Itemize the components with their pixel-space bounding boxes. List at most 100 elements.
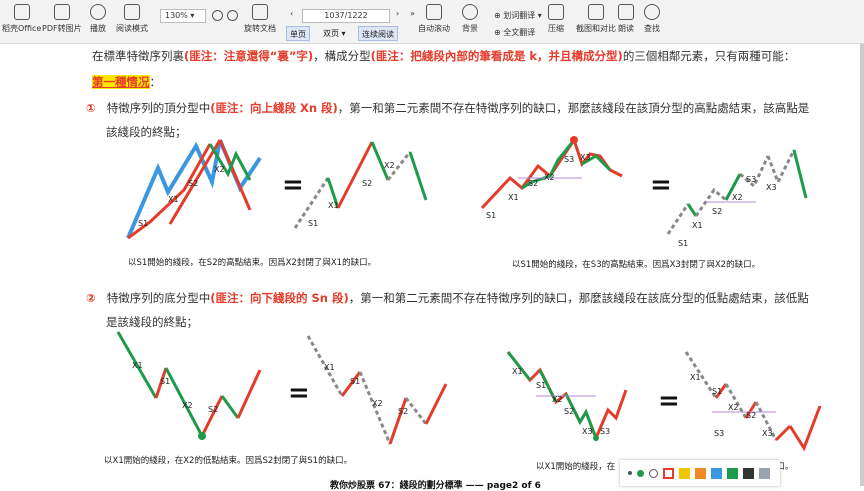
rotate-icon (252, 4, 268, 20)
label-s2: S2 (188, 179, 198, 188)
bottom-point-marker (198, 432, 206, 440)
office-button[interactable]: 稻壳Office (2, 4, 41, 34)
read-aloud-button[interactable]: 朗读 (618, 4, 634, 34)
label-x2-d: X2 (732, 193, 743, 202)
item1-line: ① 特徵序列的頂分型中(匪注：向上綫段 Xn 段)，第一和第二元素間不存在特徵序… (86, 101, 810, 115)
green-swatch[interactable] (727, 467, 738, 479)
diagram-top-left: S1 X1 S2 X2 S1 X1 S2 X2 (126, 139, 428, 240)
caption-4: 以X1開始的綫段，在 (536, 462, 616, 472)
label-s2-e: S2 (208, 405, 218, 414)
image-icon (53, 4, 70, 20)
red-seg-b9 (774, 424, 792, 442)
last-page-icon[interactable]: » (410, 9, 415, 18)
office-icon (13, 4, 30, 20)
red-seg-b5 (388, 397, 408, 445)
green-seg-6 (792, 149, 808, 199)
label-x1-c: X1 (508, 193, 519, 202)
label-x1-h: X1 (690, 373, 701, 382)
red-seg-1 (336, 141, 374, 209)
green-seg-4 (686, 203, 698, 217)
caption-2: 以S1開始的綫段，在S3的高點結束。因爲X3封閉了與X2的缺口。 (512, 260, 761, 270)
label-s1-h: S1 (712, 387, 722, 396)
next-page-icon[interactable]: › (396, 9, 399, 18)
page-number-input[interactable]: 1037/1222 (302, 9, 390, 23)
auto-scroll-icon (426, 4, 442, 20)
zoom-in-icon[interactable] (227, 10, 238, 21)
label-s1-c: S1 (486, 211, 496, 220)
label-x3-d: X3 (766, 183, 777, 192)
diagram-bottom-left: X1 S1 X2 S2 X1 S1 X2 S2 (116, 331, 448, 445)
annotation-color-picker (620, 460, 780, 486)
label-x3-c: X3 (580, 153, 591, 162)
orange-swatch[interactable] (695, 467, 706, 479)
page-footer: 教你炒股票 67：綫段的劃分標準 —— page2 of 6 (330, 481, 541, 491)
black-swatch[interactable] (743, 467, 754, 479)
small-dot-option[interactable] (628, 471, 632, 475)
label-s3-g: S3 (600, 427, 610, 436)
top-point-marker (570, 136, 578, 144)
label-s2-g: S2 (564, 407, 574, 416)
gray-dash-b3 (404, 397, 428, 425)
book-icon (124, 4, 140, 20)
compress-icon (548, 4, 564, 20)
gray-swatch[interactable] (759, 467, 770, 479)
compress-button[interactable]: 压缩 (548, 4, 564, 34)
full-translate-button[interactable]: ⊕ 全文翻译 (494, 27, 535, 38)
caption-1: 以S1開始的綫段，在S2的高點結束。因爲X2封閉了與X1的缺口。 (128, 258, 377, 268)
document-page: 在標準特徵序列裏(匪注：注意還得“裏”字)，構成分型(匪注：把綫段內部的筆看成是… (0, 44, 864, 486)
label-s3-d: S3 (746, 175, 756, 184)
label-x2-e: X2 (182, 401, 193, 410)
read-mode-button[interactable]: 阅读模式 (116, 4, 148, 34)
green-seg-3 (408, 151, 428, 201)
label-x2-g: X2 (552, 395, 563, 404)
label-x1-g: X1 (512, 367, 523, 376)
label-s1-f: S1 (350, 377, 360, 386)
gray-dash-b5 (724, 383, 748, 419)
zoom-select[interactable]: 130% ▾ (160, 9, 206, 23)
case1-heading: 第一種情况： (92, 75, 161, 89)
double-page-button[interactable]: 双页 ▾ (320, 26, 349, 41)
label-s1: S1 (138, 219, 148, 228)
equals-sign-4: = (658, 386, 680, 416)
auto-scroll-button[interactable]: 自动滚动 (418, 4, 450, 34)
red-swatch[interactable] (663, 467, 674, 479)
screenshot-compare-button[interactable]: 截图和对比 (576, 4, 616, 34)
blue-swatch[interactable] (711, 467, 722, 479)
label-s2-d: S2 (712, 207, 722, 216)
zoom-out-icon[interactable] (212, 10, 223, 21)
label-x2-h: X2 (728, 403, 739, 412)
rotate-button[interactable]: 旋转文档 (244, 4, 276, 34)
prev-page-icon[interactable]: ‹ (290, 9, 293, 18)
label-s2-h: S2 (746, 411, 756, 420)
eye-icon (462, 4, 478, 20)
label-s3-h: S3 (714, 429, 724, 438)
label-s2-f: S2 (398, 407, 408, 416)
equals-sign-2: = (650, 170, 672, 200)
label-x1: X1 (168, 195, 179, 204)
green-seg-b3 (220, 395, 240, 419)
screenshot-icon (588, 4, 604, 20)
read-aloud-icon (618, 4, 634, 20)
label-s3-c: S3 (564, 155, 574, 164)
background-button[interactable]: 背景 (462, 4, 478, 34)
red-seg-b6 (424, 383, 448, 425)
gray-dash-b2 (358, 371, 392, 445)
label-x2-b: X2 (384, 161, 395, 170)
continuous-read-button[interactable]: 连续阅读 (358, 26, 398, 41)
yellow-swatch[interactable] (679, 467, 690, 479)
label-s1-d: S1 (678, 239, 688, 248)
search-button[interactable]: 查找 (644, 4, 660, 34)
translate-button[interactable]: ⊕ 划词翻译 ▾ (494, 10, 542, 21)
gray-dash-5 (766, 149, 796, 186)
large-dot-option[interactable] (649, 468, 658, 478)
label-x1-e: X1 (132, 361, 143, 370)
pdf-to-image-button[interactable]: PDF转图片 (42, 4, 82, 34)
play-button[interactable]: 播放 (90, 4, 106, 34)
red-path-2 (218, 139, 252, 211)
medium-dot-option[interactable] (637, 469, 644, 477)
single-page-button[interactable]: 单页 (286, 26, 310, 41)
vertical-scrollbar[interactable] (860, 44, 864, 486)
red-seg-b2 (200, 395, 224, 437)
label-s2-b: S2 (362, 179, 372, 188)
play-icon (90, 4, 106, 20)
